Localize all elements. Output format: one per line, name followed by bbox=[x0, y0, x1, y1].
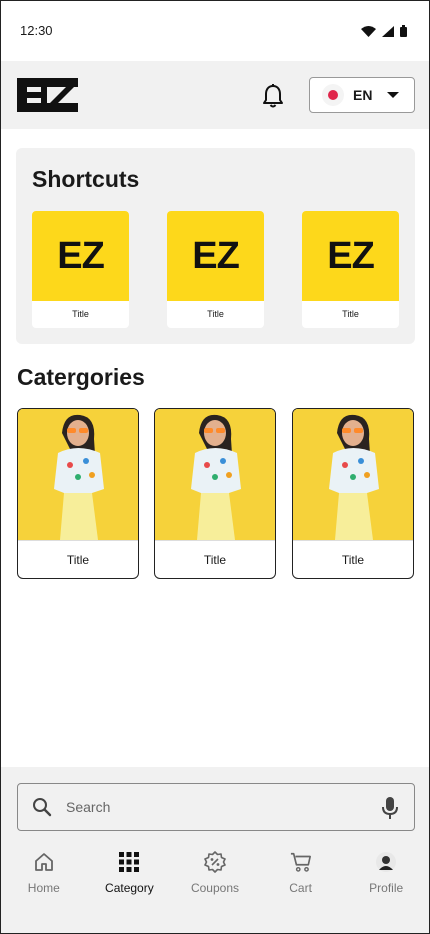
signal-icon bbox=[382, 25, 394, 37]
bell-icon[interactable] bbox=[261, 83, 285, 109]
nav-label: Category bbox=[105, 881, 154, 895]
app-header: EN bbox=[1, 61, 429, 129]
language-code: EN bbox=[353, 87, 373, 103]
category-title: Title bbox=[18, 540, 138, 578]
shortcut-logo-text: EZ bbox=[192, 234, 240, 277]
search-icon bbox=[33, 798, 52, 817]
bottom-navigation: Home Category Coupons Cart Profile bbox=[1, 851, 429, 899]
grid-icon bbox=[118, 851, 140, 873]
shortcut-logo-text: EZ bbox=[327, 234, 375, 277]
category-card[interactable]: Title bbox=[154, 408, 276, 579]
category-image bbox=[155, 409, 275, 540]
battery-icon bbox=[400, 25, 407, 37]
shortcut-logo: EZ bbox=[302, 211, 399, 301]
category-image bbox=[293, 409, 413, 540]
coupon-icon bbox=[204, 851, 226, 873]
shortcut-title: Title bbox=[72, 309, 89, 319]
shortcut-logo: EZ bbox=[32, 211, 129, 301]
category-title: Title bbox=[155, 540, 275, 578]
avatar-icon bbox=[375, 851, 397, 873]
microphone-icon[interactable] bbox=[382, 797, 398, 819]
caret-down-icon bbox=[387, 92, 400, 98]
search-input[interactable] bbox=[66, 799, 366, 815]
nav-item-category[interactable]: Category bbox=[87, 851, 173, 899]
nav-label: Profile bbox=[369, 881, 404, 895]
language-selector[interactable]: EN bbox=[309, 77, 415, 113]
shortcut-card[interactable]: EZ Title bbox=[302, 211, 399, 328]
nav-label: Home bbox=[27, 881, 60, 895]
wifi-icon bbox=[361, 25, 376, 37]
shortcuts-panel: Shortcuts EZ Title EZ Title EZ Title bbox=[16, 148, 415, 344]
shortcut-title: Title bbox=[342, 309, 359, 319]
status-bar: 12:30 bbox=[1, 1, 429, 61]
search-bar bbox=[17, 783, 415, 831]
bottom-bar: Home Category bbox=[1, 767, 429, 933]
category-card[interactable]: Title bbox=[17, 408, 139, 579]
home-icon bbox=[33, 851, 55, 873]
nav-item-home[interactable]: Home bbox=[1, 851, 87, 899]
shortcut-logo: EZ bbox=[167, 211, 264, 301]
nav-label: Coupons bbox=[190, 881, 239, 895]
flag-icon bbox=[322, 84, 344, 106]
categories-title: Catergories bbox=[17, 364, 145, 390]
cart-icon bbox=[290, 851, 312, 873]
category-image bbox=[18, 409, 138, 540]
category-title: Title bbox=[293, 540, 413, 578]
app-screen: 12:30 EN Shortcuts EZ Title EZ Title EZ … bbox=[0, 0, 430, 934]
nav-item-cart[interactable]: Cart bbox=[258, 851, 344, 899]
shortcuts-title: Shortcuts bbox=[32, 166, 140, 192]
nav-item-profile[interactable]: Profile bbox=[343, 851, 429, 899]
status-icons bbox=[361, 25, 407, 37]
category-card[interactable]: Title bbox=[292, 408, 414, 579]
ez-logo[interactable] bbox=[17, 78, 78, 112]
shortcut-card[interactable]: EZ Title bbox=[167, 211, 264, 328]
shortcut-title: Title bbox=[207, 309, 224, 319]
status-time: 12:30 bbox=[20, 23, 53, 38]
shortcut-card[interactable]: EZ Title bbox=[32, 211, 129, 328]
nav-label: Cart bbox=[289, 881, 312, 895]
shortcut-logo-text: EZ bbox=[57, 234, 105, 277]
nav-item-coupons[interactable]: Coupons bbox=[172, 851, 258, 899]
